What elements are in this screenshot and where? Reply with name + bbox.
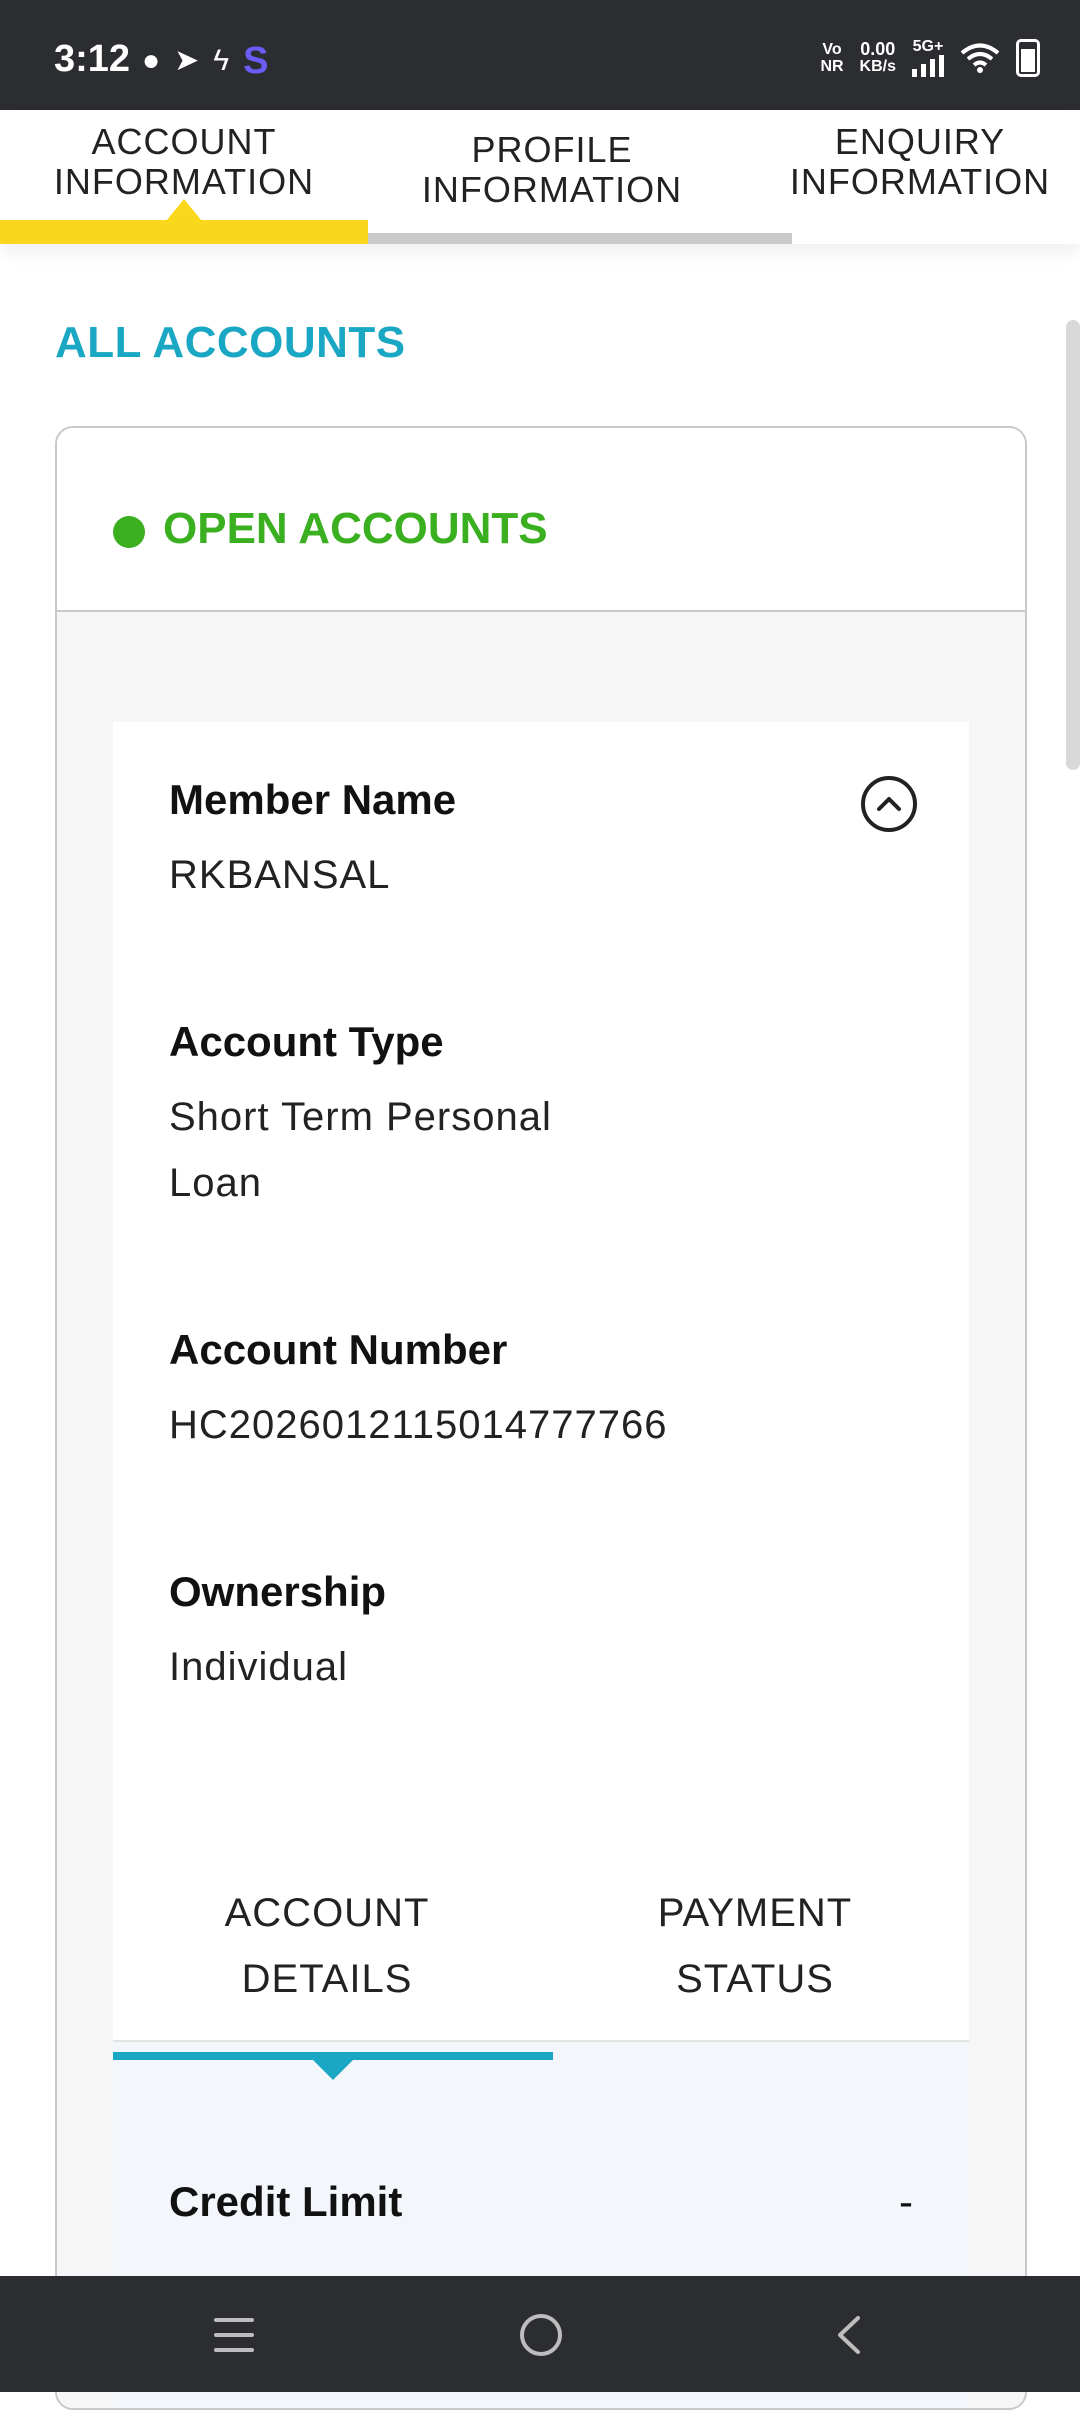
wifi-icon — [960, 43, 1000, 73]
telegram-icon: ➤ — [174, 44, 200, 77]
status-bar: 3:12 ● ➤ ϟ S Vo NR 0.00 KB/s 5G+ — [0, 0, 1080, 110]
signal-bars-icon — [912, 55, 944, 77]
account-type-label: Account Type — [169, 1018, 444, 1065]
status-dot-icon — [113, 516, 145, 548]
network-speed: 0.00 KB/s — [859, 38, 896, 75]
tab-profile-information[interactable]: PROFILE INFORMATION — [368, 110, 736, 230]
card-body: Member Name RKBANSAL Account Type Short … — [57, 612, 1025, 2408]
account-number-label: Account Number — [169, 1326, 508, 1373]
tab-enquiry-information[interactable]: ENQUIRY INFORMATION — [736, 102, 1080, 222]
chevron-up-icon — [877, 797, 901, 811]
ownership-value: Individual — [169, 1645, 349, 1689]
battery-icon — [1016, 38, 1040, 77]
status-time: 3:12 — [54, 38, 131, 80]
collapse-button[interactable] — [861, 776, 917, 832]
credit-limit-label: Credit Limit — [169, 2178, 403, 2225]
sub-tab-pointer — [313, 2060, 353, 2080]
member-name-label: Member Name — [169, 776, 457, 823]
chat-icon: ● — [142, 44, 161, 77]
bolt-icon: ϟ — [213, 44, 230, 77]
signal-indicator: 5G+ — [912, 38, 944, 77]
active-tab-pointer — [166, 199, 202, 221]
open-accounts-label: OPEN ACCOUNTS — [163, 504, 548, 553]
back-button[interactable] — [830, 2314, 870, 2356]
volte-indicator: Vo NR — [820, 40, 844, 75]
credit-limit-value: - — [899, 2178, 913, 2225]
scrollbar[interactable] — [1066, 320, 1080, 770]
account-detail-panel: Member Name RKBANSAL Account Type Short … — [113, 722, 969, 2408]
status-right: Vo NR 0.00 KB/s 5G+ — [820, 38, 1040, 77]
system-navigation-bar — [0, 2276, 1080, 2392]
sub-tab-divider — [113, 2040, 969, 2042]
account-number-value: HC2026012115014777766 — [169, 1403, 668, 1447]
tab-underline-track — [368, 233, 792, 244]
tab-payment-status[interactable]: PAYMENT STATUS — [541, 1880, 969, 2012]
recent-apps-button[interactable] — [214, 2318, 254, 2352]
member-name-value: RKBANSAL — [169, 853, 391, 897]
open-accounts-card: OPEN ACCOUNTS Member Name RKBANSAL Accou… — [55, 426, 1027, 2410]
notification-icons: ● ➤ ϟ S — [142, 40, 269, 82]
tab-account-details[interactable]: ACCOUNT DETAILS — [113, 1880, 541, 2012]
active-tab-underline — [0, 220, 368, 244]
app-s-icon: S — [243, 40, 269, 82]
account-type-value: Short Term Personal Loan — [169, 1095, 552, 1205]
open-accounts-header[interactable]: OPEN ACCOUNTS — [57, 428, 1025, 612]
sub-tab-active-underline — [113, 2052, 553, 2060]
section-title: ALL ACCOUNTS — [55, 318, 406, 367]
ownership-label: Ownership — [169, 1568, 387, 1615]
home-button[interactable] — [520, 2314, 562, 2356]
